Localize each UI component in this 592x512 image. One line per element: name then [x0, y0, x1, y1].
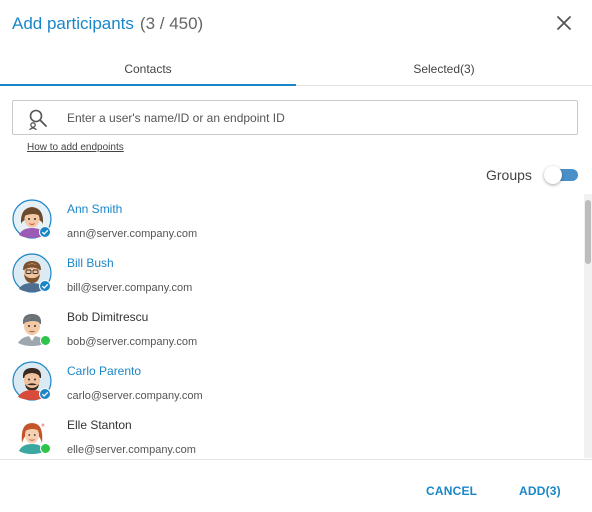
man-avatar [12, 307, 52, 347]
woman-red-hair-avatar [12, 415, 52, 455]
contact-email: elle@server.company.com [67, 444, 196, 456]
contact-row[interactable]: Elle Stanton elle@server.company.com [0, 410, 584, 458]
search-input[interactable] [67, 107, 567, 129]
toggle-knob [544, 166, 562, 184]
dialog-header: Add participants (3 / 450) [0, 0, 592, 48]
contact-email: carlo@server.company.com [67, 390, 203, 402]
tab-selected[interactable]: Selected(3) [296, 56, 592, 86]
tab-contacts[interactable]: Contacts [0, 56, 296, 86]
selected-check-icon [39, 280, 51, 292]
groups-label: Groups [486, 167, 532, 183]
dialog-title: Add participants (3 / 450) [12, 14, 203, 34]
search-box [12, 100, 578, 135]
contact-row[interactable]: Bob Dimitrescu bob@server.company.com [0, 302, 584, 356]
groups-toggle[interactable] [544, 166, 578, 184]
scrollbar-thumb[interactable] [585, 200, 591, 264]
add-button[interactable]: ADD(3) [519, 484, 561, 498]
tab-bar: Contacts Selected(3) [0, 56, 592, 86]
bearded-man-avatar [12, 253, 52, 293]
woman-avatar [12, 199, 52, 239]
dialog-footer: CANCEL ADD(3) [0, 459, 592, 512]
contact-name: Bob Dimitrescu [67, 310, 149, 324]
contact-row[interactable]: Bill Bush bill@server.company.com [0, 248, 584, 302]
contact-row[interactable]: Carlo Parento carlo@server.company.com [0, 356, 584, 410]
add-participants-dialog: Add participants (3 / 450) Contacts Selec… [0, 0, 592, 512]
dialog-title-text: Add participants [12, 14, 134, 33]
contact-email: bill@server.company.com [67, 282, 193, 294]
contact-name: Ann Smith [67, 202, 123, 216]
contact-email: bob@server.company.com [67, 336, 198, 348]
cancel-button[interactable]: CANCEL [426, 484, 477, 498]
online-status-icon [40, 443, 51, 454]
how-to-add-endpoints-link[interactable]: How to add endpoints [27, 142, 124, 153]
contact-name: Bill Bush [67, 256, 114, 270]
contact-list-scrollbar[interactable] [584, 194, 592, 458]
online-status-icon [40, 335, 51, 346]
mustache-man-avatar [12, 361, 52, 401]
selected-check-icon [39, 388, 51, 400]
participant-count: (3 / 450) [139, 14, 204, 33]
contact-name: Elle Stanton [67, 418, 132, 432]
contact-email: ann@server.company.com [67, 228, 198, 240]
search-user-icon [27, 108, 49, 131]
selected-check-icon [39, 226, 51, 238]
contact-row[interactable]: Ann Smith ann@server.company.com [0, 194, 584, 248]
contact-name: Carlo Parento [67, 364, 142, 378]
close-icon[interactable] [552, 11, 576, 35]
contact-list: Ann Smith ann@server.company.com Bill Bu… [0, 194, 584, 458]
